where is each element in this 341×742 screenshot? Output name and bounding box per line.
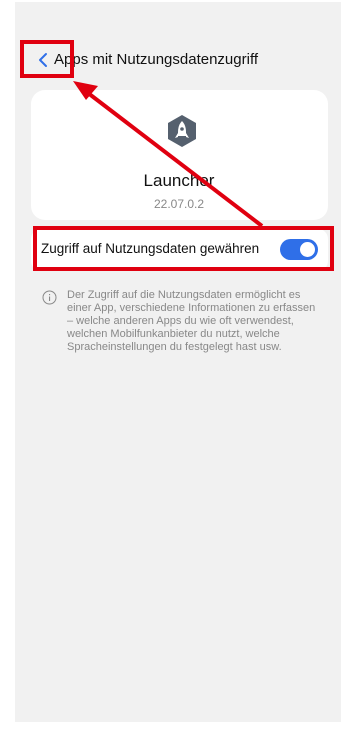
launcher-rocket-icon — [166, 114, 196, 147]
permission-toggle-label: Zugriff auf Nutzungsdaten gewähren — [41, 241, 260, 256]
app-version: 22.07.0.2 — [153, 197, 205, 211]
app-name: Launcher — [143, 171, 215, 190]
chevron-left-icon — [39, 53, 47, 67]
info-circle-icon — [42, 290, 57, 305]
back-button[interactable] — [33, 50, 53, 70]
usage-access-switch[interactable] — [280, 239, 318, 260]
usage-access-description: Der Zugriff auf die Nutzungsdaten ermögl… — [67, 289, 316, 353]
switch-knob — [300, 242, 315, 257]
page-title: Apps mit Nutzungsdatenzugriff — [54, 51, 259, 68]
